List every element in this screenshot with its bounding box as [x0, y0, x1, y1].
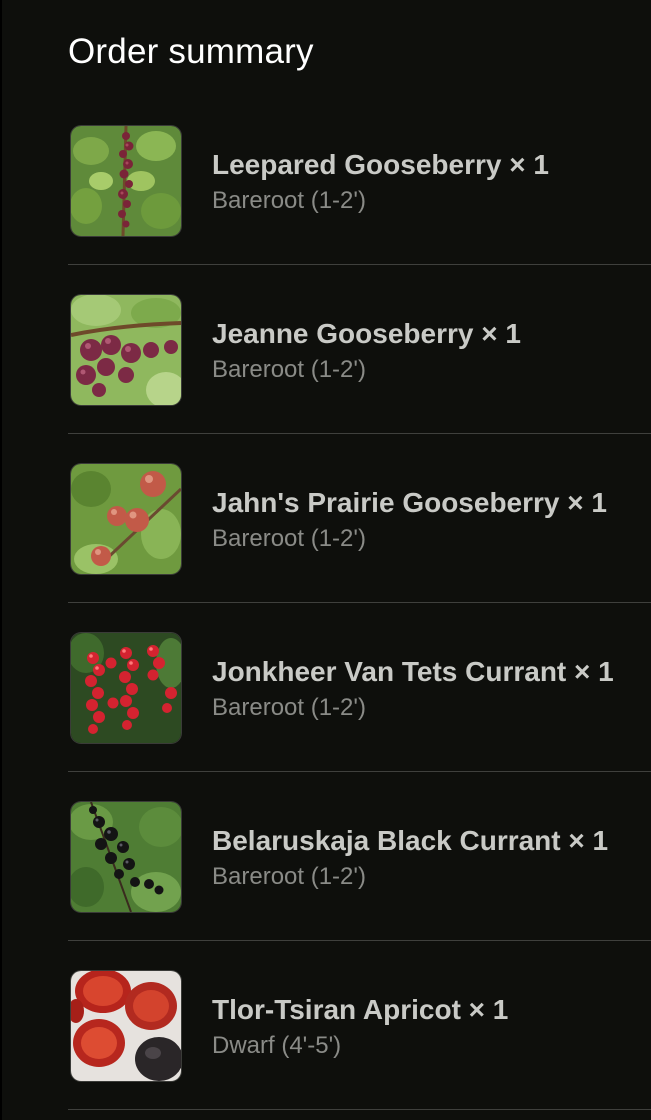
order-items-list: Leepared Gooseberry × 1 Bareroot (1-2')	[68, 96, 651, 1110]
black-currant-photo	[71, 802, 181, 912]
item-variant: Dwarf (4'-5')	[212, 1032, 342, 1059]
item-variant: Bareroot (1-2')	[212, 356, 366, 383]
item-variant: Bareroot (1-2')	[212, 694, 366, 721]
list-item[interactable]: Jahn's Prairie Gooseberry × 1 Bareroot (…	[68, 434, 651, 603]
list-item[interactable]: Belaruskaja Black Currant × 1 Bareroot (…	[68, 772, 651, 941]
item-name: Leepared Gooseberry × 1	[212, 149, 549, 180]
red-gooseberry-cluster-photo	[71, 295, 181, 405]
item-name: Tlor-Tsiran Apricot × 1	[212, 994, 509, 1025]
apricot-halves-photo	[71, 971, 181, 1081]
item-name: Belaruskaja Black Currant × 1	[212, 825, 609, 856]
item-name: Jeanne Gooseberry × 1	[212, 318, 521, 349]
list-item[interactable]: Jeanne Gooseberry × 1 Bareroot (1-2')	[68, 265, 651, 434]
item-name: Jahn's Prairie Gooseberry × 1	[212, 487, 607, 518]
pink-gooseberry-photo	[71, 464, 181, 574]
list-item[interactable]: Tlor-Tsiran Apricot × 1 Dwarf (4'-5')	[68, 941, 651, 1110]
list-item[interactable]: Jonkheer Van Tets Currant × 1 Bareroot (…	[68, 603, 651, 772]
gooseberry-branch-photo	[71, 126, 181, 236]
item-variant: Bareroot (1-2')	[212, 187, 366, 214]
item-name: Jonkheer Van Tets Currant × 1	[212, 656, 614, 687]
order-summary-panel: Order summary Leepared Gooseberry × 1 Ba…	[2, 0, 651, 1120]
item-variant: Bareroot (1-2')	[212, 525, 366, 552]
page-title: Order summary	[68, 32, 314, 71]
red-currant-photo	[71, 633, 181, 743]
list-item[interactable]: Leepared Gooseberry × 1 Bareroot (1-2')	[68, 96, 651, 265]
item-variant: Bareroot (1-2')	[212, 863, 366, 890]
